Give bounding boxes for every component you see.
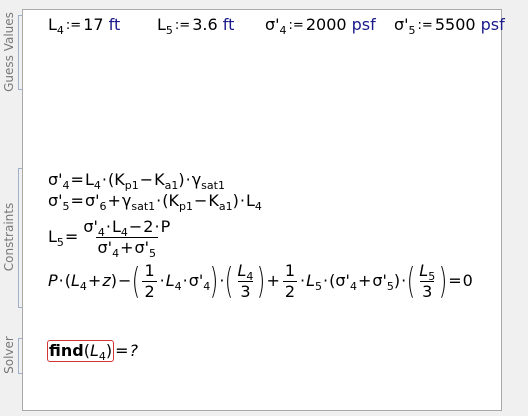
unit-ft: ft bbox=[222, 15, 235, 34]
guess-sigma5[interactable]: σ'5:= 5500 psf bbox=[394, 15, 505, 36]
guess-values-label: Guess Values bbox=[2, 12, 16, 92]
guess-l4[interactable]: L4:= 17 ft bbox=[48, 15, 120, 36]
fraction: L5 3 bbox=[419, 261, 436, 301]
fraction: 12 bbox=[142, 261, 157, 301]
unit-psf: psf bbox=[351, 15, 376, 34]
solver-label: Solver bbox=[2, 336, 16, 374]
fraction: L4 3 bbox=[237, 261, 254, 301]
fraction: 12 bbox=[282, 261, 298, 301]
constraint-moment[interactable]: P·(L4+z)−(1 2 ·L4·σ'4)·(L4 3)+ 1 2 ·L5·(σ'4+σ'… bbox=[48, 262, 473, 301]
constraint-sigma4[interactable]: σ'4=L4·(Kp1−Ka1)·γsat1 bbox=[48, 170, 225, 191]
guess-l5[interactable]: L5:= 3.6 ft bbox=[157, 15, 234, 36]
fraction: σ'4·L4−2·P σ'4+σ'5 bbox=[83, 217, 171, 260]
unit-ft: ft bbox=[108, 15, 121, 34]
find-function[interactable]: find(L4) bbox=[47, 340, 115, 362]
constraint-sigma5[interactable]: σ'5=σ'6+γsat1·(Kp1−Ka1)·L4 bbox=[48, 191, 262, 212]
constraint-l5[interactable]: L5= σ'4·L4−2·P σ'4+σ'5 bbox=[48, 217, 174, 260]
result-placeholder: ? bbox=[129, 341, 139, 360]
solver-find[interactable]: find(L4) =? bbox=[47, 340, 138, 362]
guess-sigma4[interactable]: σ'4:= 2000 psf bbox=[265, 15, 376, 36]
unit-psf: psf bbox=[480, 15, 505, 34]
constraints-label: Constraints bbox=[2, 202, 16, 272]
